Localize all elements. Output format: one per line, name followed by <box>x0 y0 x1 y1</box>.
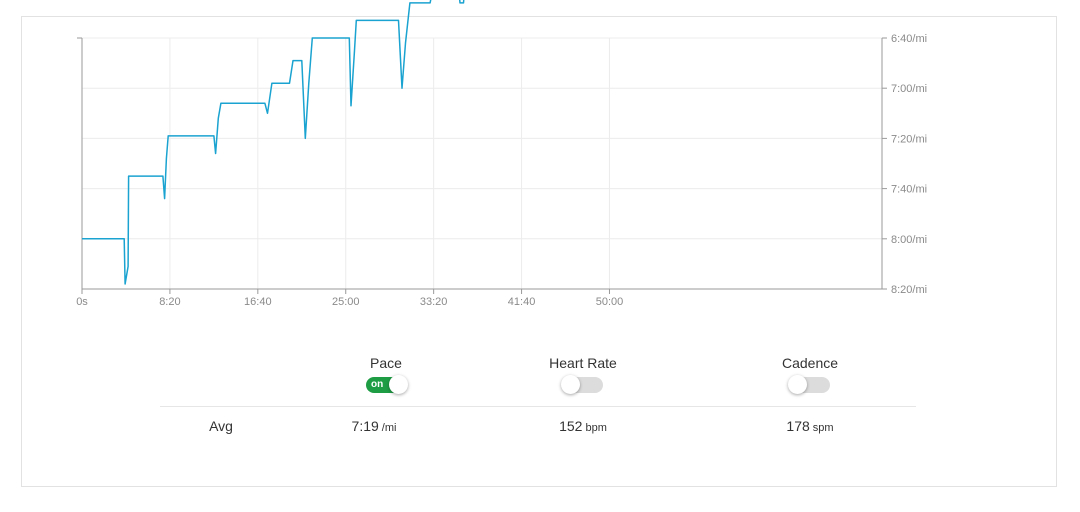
heart-rate-toggle-knob <box>561 375 580 394</box>
heart-rate-toggle[interactable] <box>561 375 603 394</box>
x-tick-label: 33:20 <box>420 296 448 308</box>
x-tick-label: 50:00 <box>596 296 624 308</box>
cadence-toggle-knob <box>788 375 807 394</box>
y-axis-tick-labels: 6:40/mi 7:00/mi 7:20/mi 7:40/mi 8:00/mi 8:20/… <box>891 33 927 296</box>
y-tick-label: 7:20/mi <box>891 133 927 145</box>
pace-metric: Pace on <box>306 354 466 398</box>
chart-axes <box>77 37 887 294</box>
heart-rate-metric: Heart Rate <box>503 354 663 398</box>
x-tick-label: 41:40 <box>508 296 536 308</box>
heart-rate-title: Heart Rate <box>549 355 617 371</box>
pace-avg-value: 7:19 <box>351 418 379 434</box>
chart-series <box>82 0 465 285</box>
cadence-metric: Cadence <box>730 354 890 398</box>
pace-avg: 7:19/mi <box>294 418 454 434</box>
x-tick-label: 0s <box>76 296 88 308</box>
y-tick-label: 6:40/mi <box>891 33 927 45</box>
pace-chart: 0s 8:20 16:40 25:00 33:20 41:40 50:00 6:40/mi 7… <box>76 0 927 308</box>
pace-toggle[interactable]: on <box>366 375 408 394</box>
x-tick-label: 25:00 <box>332 296 360 308</box>
pace-toggle-text: on <box>371 379 384 390</box>
y-tick-label: 7:40/mi <box>891 184 927 196</box>
avg-label: Avg <box>209 418 233 434</box>
pace-line <box>82 0 465 285</box>
cadence-avg: 178 spm <box>730 418 890 434</box>
y-tick-label: 8:20/mi <box>891 284 927 296</box>
heart-rate-avg-value: 152 <box>559 418 583 434</box>
heart-rate-avg: 152 bpm <box>503 418 663 434</box>
cadence-avg-unit: spm <box>812 422 834 434</box>
pace-title: Pace <box>370 355 402 371</box>
cadence-avg-value: 178 <box>786 418 810 434</box>
chart-gridlines <box>82 37 882 289</box>
pace-toggle-knob <box>389 375 408 394</box>
cadence-title: Cadence <box>781 355 839 371</box>
cadence-toggle[interactable] <box>788 375 830 394</box>
x-axis-tick-labels: 0s 8:20 16:40 25:00 33:20 41:40 50:00 <box>76 296 623 308</box>
pace-avg-unit: /mi <box>381 422 397 434</box>
metrics-divider <box>160 406 916 407</box>
y-tick-label: 7:00/mi <box>891 83 927 95</box>
y-tick-label: 8:00/mi <box>891 234 927 246</box>
x-tick-label: 8:20 <box>159 296 180 308</box>
x-tick-label: 16:40 <box>244 296 272 308</box>
heart-rate-avg-unit: bpm <box>585 422 607 434</box>
